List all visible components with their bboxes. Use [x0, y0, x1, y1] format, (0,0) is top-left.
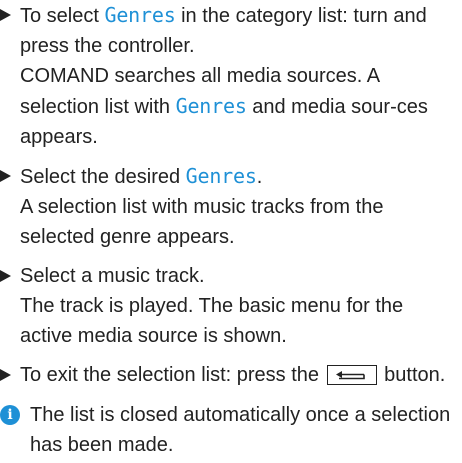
- step-select-desired-genre: Select the desired Genres. A selection l…: [0, 161, 458, 252]
- step-select-genres-category: To select Genres in the category list: t…: [0, 0, 458, 152]
- step2-instruction-post: .: [256, 166, 263, 188]
- step2-result: A selection list with music tracks from …: [20, 196, 384, 248]
- step4-instruction-pre: To exit the selection list: press the: [20, 364, 320, 386]
- step3-instruction: Select a music track.: [20, 265, 205, 287]
- step2-instruction-pre: Select the desired: [20, 166, 186, 188]
- info-icon: i: [0, 405, 20, 425]
- step3-result: The track is played. The basic menu for …: [20, 295, 404, 347]
- step-select-music-track: Select a music track. The track is playe…: [0, 261, 458, 351]
- step1-instruction-pre: To select: [20, 5, 105, 27]
- step-bullet-icon: [0, 270, 11, 282]
- step-bullet-icon: [0, 369, 11, 381]
- instruction-page: To select Genres in the category list: t…: [0, 0, 462, 463]
- info-text: The list is closed automatically once a …: [30, 404, 451, 456]
- step-bullet-icon: [0, 170, 11, 182]
- step2-keyword-genres: Genres: [185, 164, 257, 188]
- info-note: i The list is closed automatically once …: [0, 400, 458, 460]
- step-exit-selection-list: To exit the selection list: press the bu…: [0, 360, 458, 390]
- step1-keyword-genres: Genres: [104, 3, 176, 27]
- step-bullet-icon: [0, 9, 11, 21]
- back-arrow-icon: [326, 365, 377, 385]
- step4-instruction-post: button.: [384, 364, 446, 386]
- step1-result-keyword-genres: Genres: [175, 94, 247, 118]
